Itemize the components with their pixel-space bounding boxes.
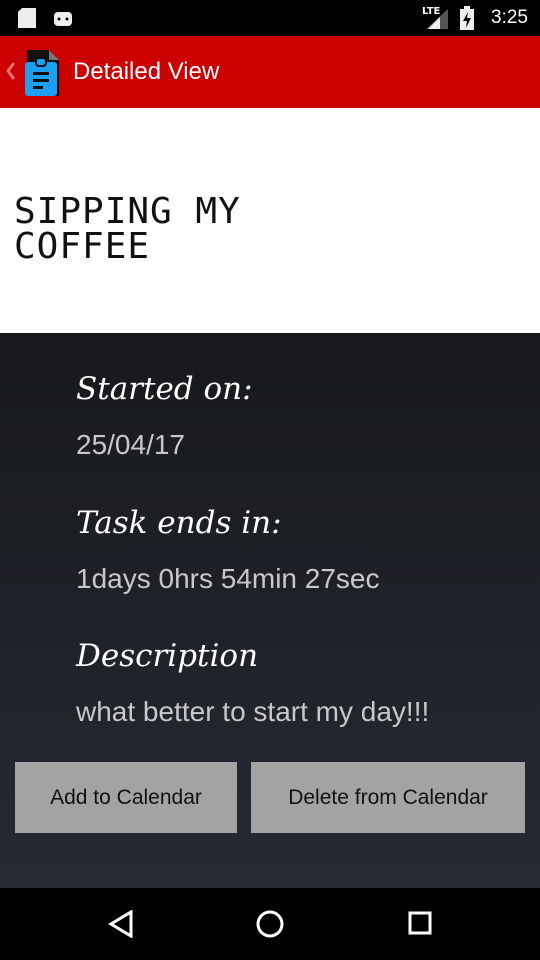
description-label: Description — [76, 638, 259, 674]
battery-charging-icon — [460, 6, 474, 30]
navigation-bar — [0, 888, 540, 960]
started-value: 25/04/17 — [76, 429, 185, 460]
home-icon[interactable] — [256, 910, 284, 938]
recents-icon[interactable] — [408, 911, 432, 935]
task-header: SIPPING MY COFFEE — [0, 108, 540, 333]
ends-value: 1days 0hrs 54min 27sec — [76, 563, 380, 594]
sd-card-icon — [18, 8, 36, 28]
started-label: Started on: — [76, 371, 253, 407]
back-button[interactable] — [0, 36, 64, 108]
status-bar: LTE 3:25 — [0, 0, 540, 36]
signal-icon — [426, 9, 448, 29]
task-details: Started on: 25/04/17 Task ends in: 1days… — [0, 333, 540, 888]
chevron-left-icon — [6, 62, 16, 80]
description-value: what better to start my day!!! — [76, 696, 430, 727]
clock: 3:25 — [491, 7, 528, 28]
add-to-calendar-button[interactable]: Add to Calendar — [15, 762, 237, 833]
app-bar: Detailed View — [0, 36, 540, 108]
clipboard-app-icon — [25, 50, 59, 96]
ends-label: Task ends in: — [76, 505, 282, 541]
android-icon — [54, 12, 72, 26]
task-name: SIPPING MY COFFEE — [14, 191, 241, 267]
back-nav-icon[interactable] — [108, 910, 134, 938]
delete-from-calendar-button[interactable]: Delete from Calendar — [251, 762, 525, 833]
app-title: Detailed View — [73, 58, 220, 85]
